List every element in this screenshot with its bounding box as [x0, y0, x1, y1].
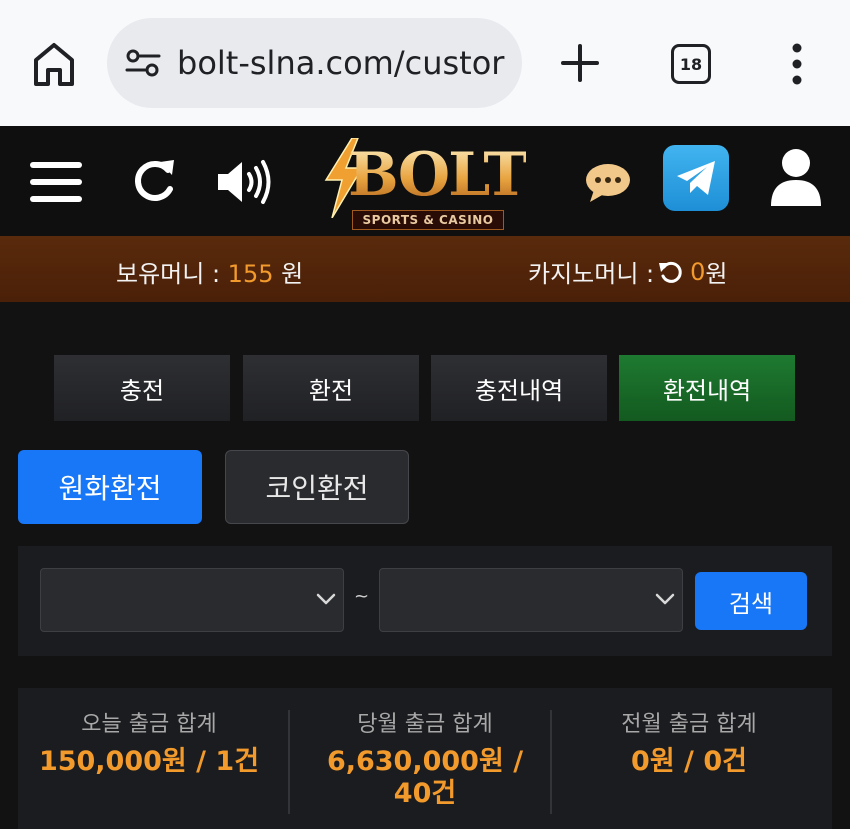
summary-today-label: 오늘 출금 합계: [81, 712, 217, 737]
tab-switcher-button[interactable]: 18: [671, 44, 711, 84]
logo-subtext: SPORTS & CASINO: [352, 210, 504, 230]
summary-divider: [288, 710, 290, 814]
more-options-icon[interactable]: [786, 42, 808, 86]
home-icon[interactable]: [32, 40, 76, 88]
casino-money-unit: 원: [705, 260, 728, 288]
bolt-logo[interactable]: BOLT SPORTS & CASINO: [318, 134, 534, 232]
summary-this-month-value: 6,630,000원 / 40건: [326, 746, 524, 809]
holding-money: 보유머니 : 155 원: [116, 254, 303, 289]
summary-last-month-value: 0원 / 0건: [631, 746, 747, 777]
date-search-panel: ~ 검색: [18, 546, 832, 656]
summary-today-value: 150,000원 / 1건: [38, 746, 260, 777]
summary-divider: [550, 710, 552, 814]
tab-deposit-history[interactable]: 충전내역: [431, 355, 607, 421]
holding-money-label: 보유머니 :: [116, 260, 228, 288]
tab-coin-withdraw[interactable]: 코인환전: [225, 450, 409, 524]
tab-withdraw[interactable]: 환전: [243, 355, 419, 421]
summary-today: 오늘 출금 합계 150,000원 / 1건: [18, 688, 280, 829]
site-settings-icon[interactable]: [125, 48, 161, 78]
chevron-down-icon: [316, 593, 336, 605]
speaker-icon[interactable]: [216, 158, 272, 206]
balance-bar: 보유머니 : 155 원 카지노머니 : 0 원: [0, 236, 850, 302]
holding-money-amount: 155: [227, 260, 274, 288]
withdraw-summary: 오늘 출금 합계 150,000원 / 1건 당월 출금 합계 6,630,00…: [18, 688, 832, 829]
casino-money: 카지노머니 : 0 원: [528, 254, 728, 289]
tab-withdraw-history[interactable]: 환전내역: [619, 355, 795, 421]
telegram-button[interactable]: [663, 145, 729, 211]
date-range-separator: ~: [354, 586, 370, 607]
refresh-icon[interactable]: [130, 156, 180, 206]
search-button[interactable]: 검색: [695, 572, 807, 630]
user-icon[interactable]: [769, 148, 823, 206]
casino-money-label: 카지노머니 :: [528, 260, 655, 288]
telegram-icon: [677, 161, 715, 195]
url-text[interactable]: bolt-slna.com/custor: [177, 42, 506, 84]
refresh-balance-icon[interactable]: [658, 259, 684, 285]
casino-money-amount: 0: [690, 257, 706, 286]
start-date-select[interactable]: [40, 568, 344, 632]
browser-toolbar: bolt-slna.com/custor 18: [0, 0, 850, 126]
menu-icon[interactable]: [30, 160, 82, 204]
summary-last-month: 전월 출금 합계 0원 / 0건: [558, 688, 820, 829]
tab-deposit[interactable]: 충전: [54, 355, 230, 421]
summary-this-month-label: 당월 출금 합계: [357, 712, 493, 737]
summary-last-month-label: 전월 출금 합계: [621, 712, 757, 737]
address-bar[interactable]: bolt-slna.com/custor: [107, 18, 522, 108]
summary-this-month: 당월 출금 합계 6,630,000원 / 40건: [294, 688, 556, 829]
tab-krw-withdraw[interactable]: 원화환전: [18, 450, 202, 524]
chevron-down-icon: [655, 593, 675, 605]
site-header: BOLT SPORTS & CASINO: [0, 126, 850, 236]
new-tab-icon[interactable]: [560, 43, 600, 83]
logo-text: BOLT: [348, 140, 528, 210]
main-tabs: 충전 환전 충전내역 환전내역: [54, 355, 798, 421]
end-date-select[interactable]: [379, 568, 683, 632]
holding-money-unit: 원: [273, 260, 304, 288]
chat-icon[interactable]: [584, 162, 632, 202]
